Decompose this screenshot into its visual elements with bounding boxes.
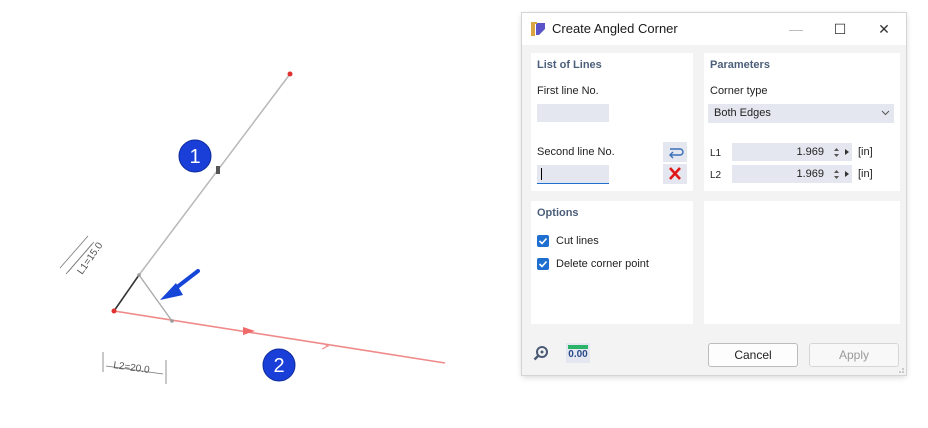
units-icon: 0.00 [568,349,588,360]
first-line-label: First line No. [537,85,599,97]
line-1-marker: 1 [178,139,212,173]
line-2-direction-arrow [243,327,255,335]
angled-corner-app-icon [531,22,545,36]
second-line-label: Second line No. [537,146,615,158]
list-of-lines-title: List of Lines [537,59,602,71]
maximize-button[interactable]: ☐ [818,13,862,45]
line-2-marker: 2 [262,348,296,382]
cut-lines-label[interactable]: Cut lines [556,235,599,247]
apply-button[interactable]: Apply [809,343,899,367]
checkmark-icon [538,237,548,245]
l2-spinner-icon[interactable] [833,169,840,180]
dimension-l2: L2=20.0 [102,352,167,384]
corner-type-select[interactable]: Both Edges [708,104,894,123]
l1-label: L1 [710,148,722,159]
l2-expand-arrow-icon[interactable] [844,170,850,178]
node-end-1[interactable] [287,71,293,77]
chevron-down-icon [881,110,890,116]
corner-point-1 [137,273,141,277]
empty-panel [704,201,900,324]
dialog-title: Create Angled Corner [552,21,678,36]
delete-corner-point-checkbox[interactable] [537,258,549,270]
options-panel: Options Cut lines Delete corner point [531,201,693,324]
create-angled-corner-dialog: Create Angled Corner — ☐ ✕ List of Lines… [522,13,906,375]
marker-1-label: 1 [189,146,200,168]
l2-unit: [in] [858,168,873,180]
node-corner[interactable] [111,308,117,314]
title-bar[interactable]: Create Angled Corner — ☐ ✕ [522,13,906,45]
l2-label: L2 [710,170,722,181]
l1-value: 1.969 [796,146,824,158]
resize-grip-icon[interactable] [897,366,905,374]
cancel-button[interactable]: Cancel [708,343,798,367]
line-1-end-segment [113,274,140,312]
text-cursor [541,168,542,180]
units-button[interactable]: 0.00 [566,343,590,363]
minimize-button[interactable]: — [774,13,818,45]
delete-x-icon [669,167,681,180]
l1-spinner-icon[interactable] [833,147,840,158]
line-1[interactable] [138,73,291,276]
dimension-l1: L1=15.0 [59,235,106,277]
search-help-button[interactable] [532,344,550,362]
corner-point-2 [170,319,174,323]
pointer-arrow-icon [160,269,200,300]
corner-type-value: Both Edges [714,107,771,119]
cut-lines-checkbox[interactable] [537,235,549,247]
list-of-lines-panel: List of Lines First line No. Second line… [531,53,693,191]
l1-input[interactable]: 1.969 [732,143,852,161]
l1-expand-arrow-icon[interactable] [844,148,850,156]
second-line-input[interactable] [537,165,609,184]
pick-line-button[interactable] [663,142,687,162]
l2-value: 1.969 [796,168,824,180]
parameters-title: Parameters [710,59,770,71]
delete-corner-point-label[interactable]: Delete corner point [556,258,649,270]
first-line-input[interactable] [537,104,609,122]
corner-type-label: Corner type [710,85,768,97]
checkmark-icon [538,260,548,268]
line-1-midpoint [216,166,220,174]
parameters-panel: Parameters Corner type Both Edges L1 1.9… [704,53,900,191]
options-title: Options [537,207,579,219]
dimension-l2-label: L2=20.0 [113,360,151,376]
close-button[interactable]: ✕ [862,13,906,45]
l1-unit: [in] [858,146,873,158]
pick-return-icon [669,148,684,159]
l2-input[interactable]: 1.969 [732,165,852,183]
model-view[interactable]: 1 2 L1=15.0 L2=20.0 [0,0,500,428]
marker-2-label: 2 [273,355,284,377]
clear-selection-button[interactable] [663,164,687,184]
magnifier-icon [533,346,548,361]
